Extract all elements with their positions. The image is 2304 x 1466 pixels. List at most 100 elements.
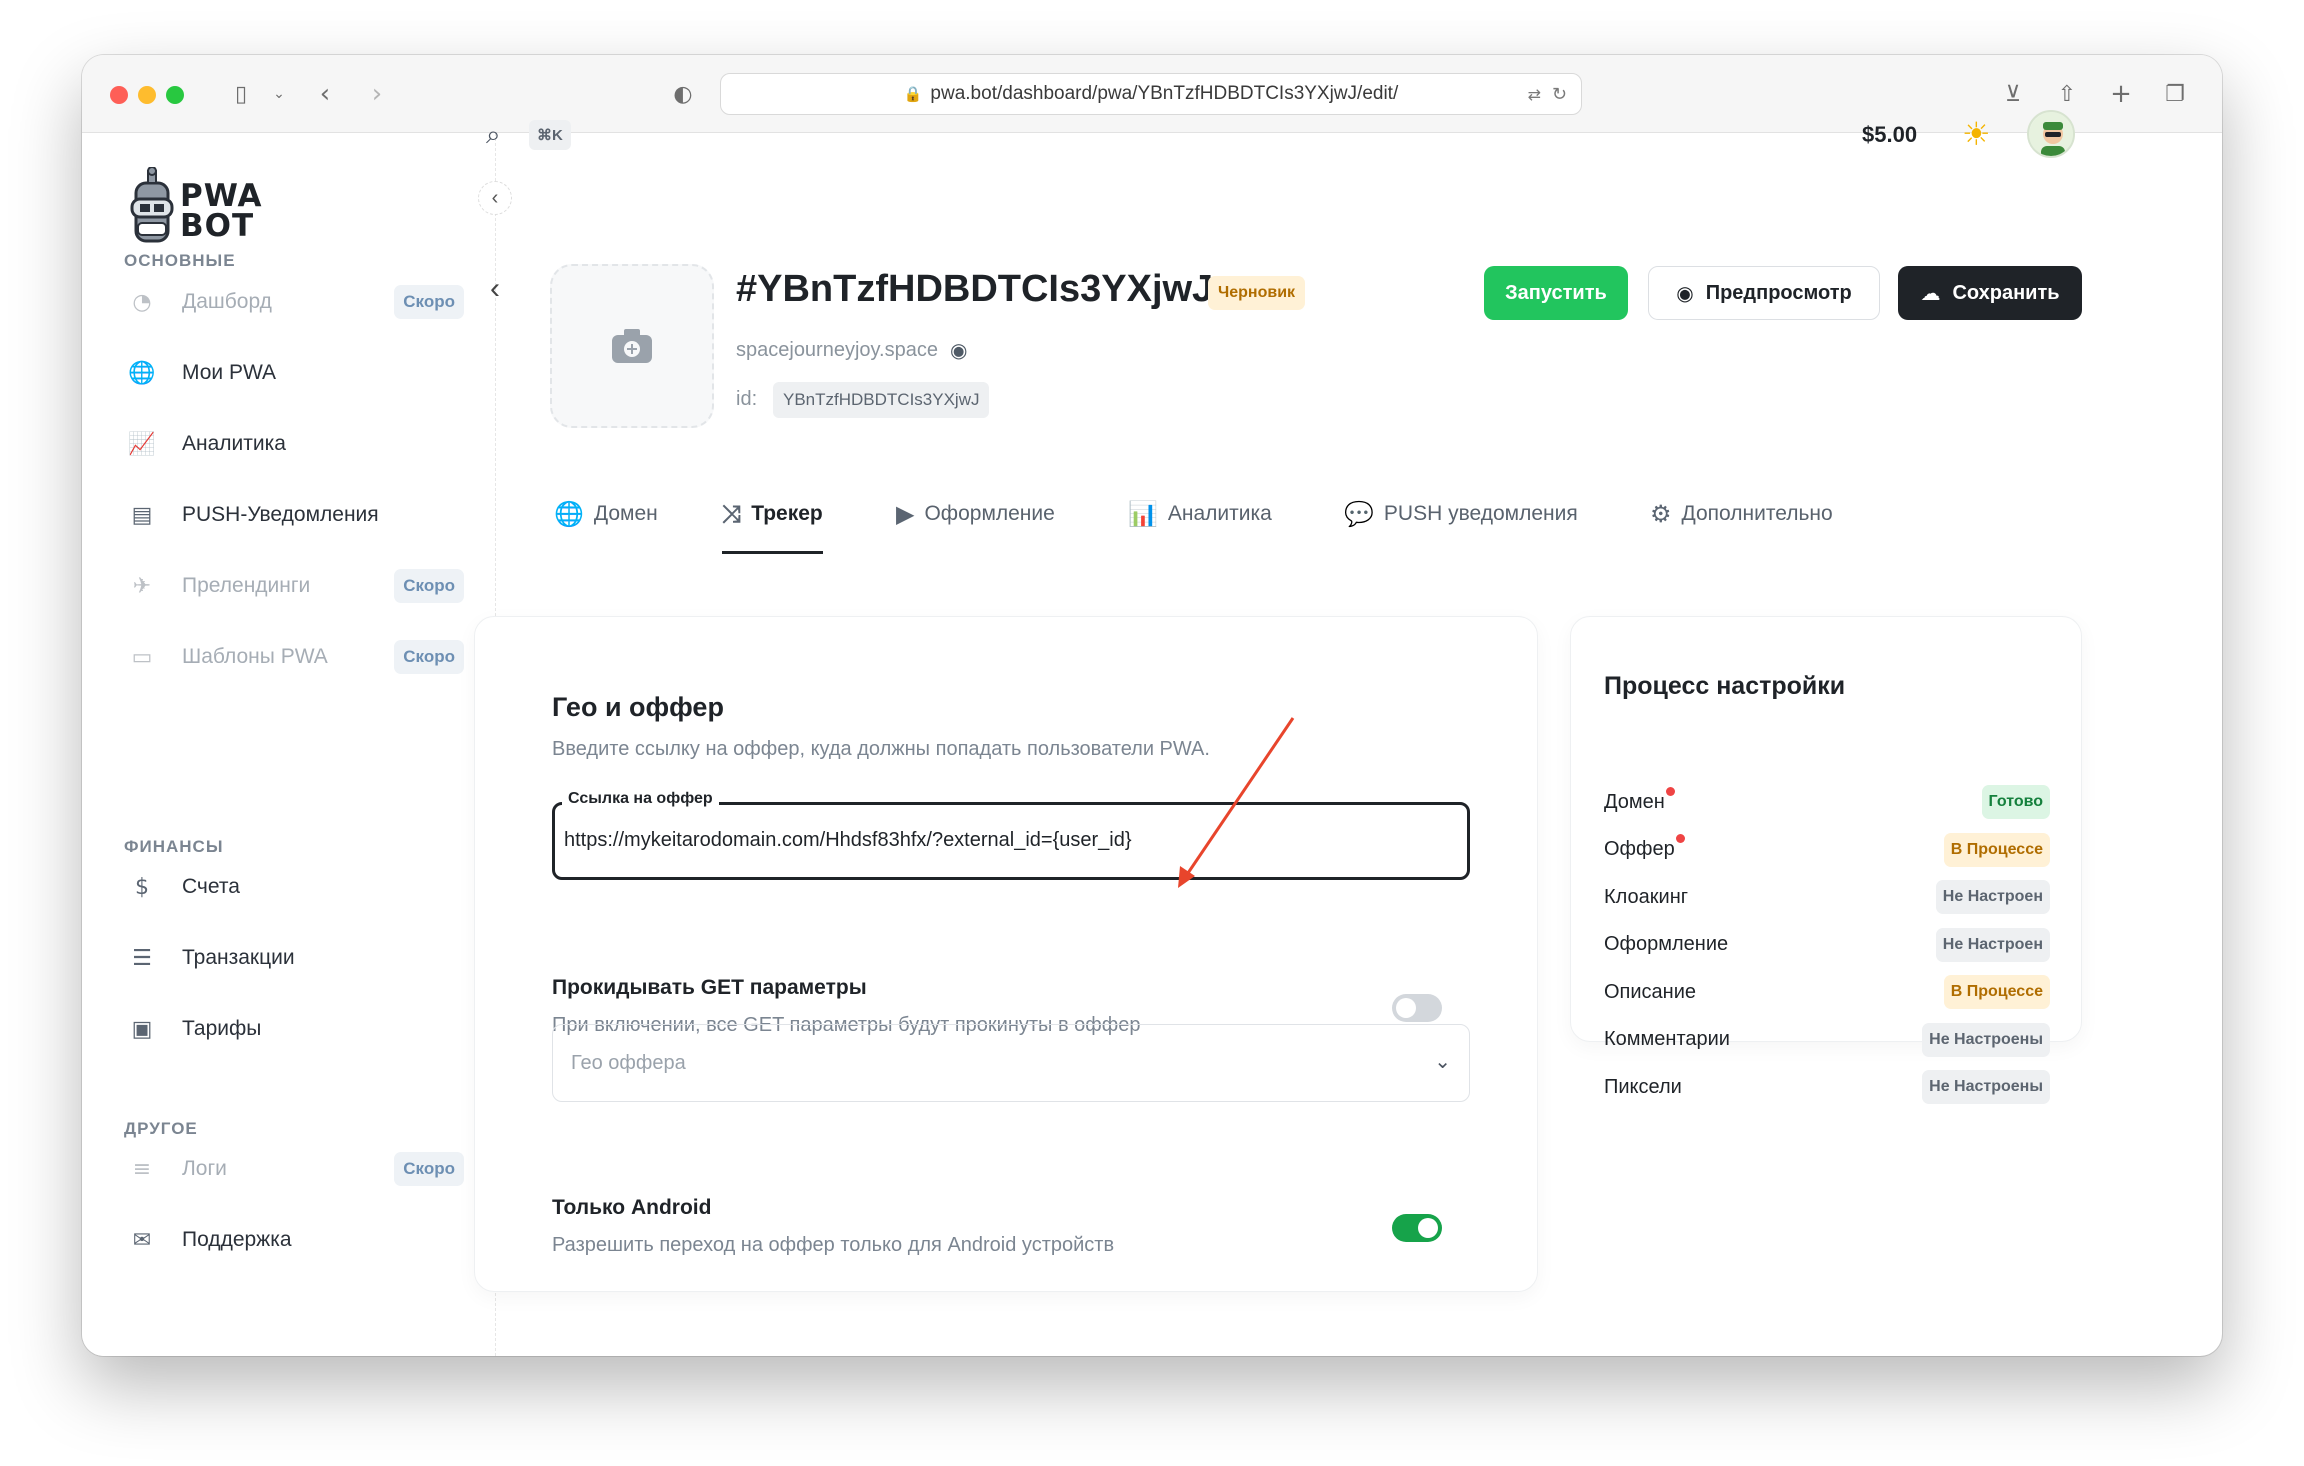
- balance: $5.00: [1862, 122, 1918, 147]
- collapse-sidebar-button[interactable]: ‹: [478, 181, 512, 215]
- tariff-icon: ▣: [131, 1016, 153, 1042]
- android-title: Только Android: [552, 1196, 712, 1219]
- setup-progress-title: Процесс настройки: [1604, 672, 1846, 700]
- tab-tracker[interactable]: ⤨ Трекер: [722, 500, 823, 554]
- sun-icon[interactable]: ☀: [1962, 115, 1991, 153]
- support-icon: ✉: [132, 1227, 152, 1253]
- notification-icon: ▤: [131, 502, 153, 528]
- tabs-overview-icon[interactable]: ❐: [2158, 77, 2192, 111]
- sidebar-item-analytics[interactable]: 📈 Аналитика: [124, 419, 464, 469]
- progress-row: Домен Готово: [1604, 784, 2050, 820]
- progress-row: Оформление Не Настроен: [1604, 927, 2050, 963]
- sidebar-item-logs[interactable]: ≡ Логи Скоро: [124, 1144, 464, 1194]
- sidebar-item-prelandings[interactable]: ✈ Прелендинги Скоро: [124, 561, 464, 611]
- minimize-window-button[interactable]: [138, 86, 156, 104]
- chevron-left-icon: ‹: [491, 186, 499, 209]
- progress-row-label: Клоакинг: [1604, 885, 1689, 908]
- card-subtitle: Введите ссылку на оффер, куда должны поп…: [552, 738, 1210, 760]
- search-shortcut[interactable]: ⌘K: [529, 120, 571, 150]
- chat-icon: 💬: [1344, 500, 1374, 528]
- progress-status-badge: В Процессе: [1943, 975, 2050, 1009]
- pwa-domain: spacejourneyjoy.space ◉: [736, 338, 967, 362]
- back-icon[interactable]: ‹: [308, 77, 342, 111]
- template-icon: ▭: [131, 644, 153, 670]
- chevron-down-icon[interactable]: ⌄: [262, 77, 296, 111]
- gear-icon: ⚙: [1650, 500, 1672, 528]
- sidebar-item-push[interactable]: ▤ PUSH-Уведомления: [124, 490, 464, 540]
- android-only-toggle[interactable]: [1392, 1214, 1442, 1242]
- run-button[interactable]: Запустить: [1484, 266, 1628, 320]
- analytics-icon: 📊: [1128, 500, 1158, 528]
- sidebar-item-templates[interactable]: ▭ Шаблоны PWA Скоро: [124, 632, 464, 682]
- progress-status-badge: В Процессе: [1943, 832, 2050, 867]
- tab-analytics[interactable]: 📊 Аналитика: [1128, 500, 1272, 554]
- eye-icon[interactable]: ◉: [950, 338, 967, 362]
- chevron-down-icon: ⌄: [1434, 1049, 1451, 1073]
- reload-icon[interactable]: ↻: [1552, 84, 1567, 105]
- preview-button[interactable]: ◉ Предпросмотр: [1648, 266, 1880, 320]
- soon-badge: Скоро: [394, 569, 464, 603]
- get-params-toggle[interactable]: [1392, 994, 1442, 1022]
- close-window-button[interactable]: [110, 86, 128, 104]
- search-icon[interactable]: ⌕: [486, 120, 501, 151]
- translate-icon[interactable]: ⇄: [1528, 85, 1541, 104]
- logs-icon: ≡: [132, 1156, 152, 1182]
- dashboard-icon: ◔: [132, 289, 152, 315]
- sidebar-item-label: Дашборд: [182, 290, 272, 313]
- pwa-id[interactable]: YBnTzfHDBDTCIs3YXjwJ: [773, 382, 990, 418]
- eye-icon: ◉: [1676, 281, 1694, 305]
- status-badge: Черновик: [1208, 276, 1306, 310]
- cloud-upload-icon: ☁: [1920, 281, 1941, 305]
- attention-dot: [1665, 786, 1675, 796]
- sidebar-item-label: Тарифы: [182, 1017, 262, 1040]
- geo-select[interactable]: Гео оффера ⌄: [552, 1024, 1470, 1102]
- progress-row-label: Оффер: [1604, 834, 1685, 861]
- sidebar-item-tariffs[interactable]: ▣ Тарифы: [124, 1004, 464, 1054]
- sidebar-item-invoices[interactable]: $ Счета: [124, 862, 464, 912]
- chart-icon: 📈: [128, 431, 156, 457]
- sidebar-item-label: PUSH-Уведомления: [182, 503, 379, 526]
- sidebar-item-label: Счета: [182, 875, 240, 898]
- sidebar-item-my-pwa[interactable]: 🌐 Мои PWA: [124, 348, 464, 398]
- tab-push[interactable]: 💬 PUSH уведомления: [1344, 500, 1578, 554]
- avatar[interactable]: [2027, 110, 2075, 158]
- new-tab-icon[interactable]: +: [2104, 77, 2138, 111]
- sidebar-item-support[interactable]: ✉ Поддержка: [124, 1215, 464, 1265]
- sidebar-item-label: Логи: [182, 1157, 227, 1180]
- offer-field-label: Ссылка на оффер: [562, 790, 719, 808]
- progress-row: Описание В Процессе: [1604, 974, 2050, 1010]
- save-button[interactable]: ☁ Сохранить: [1898, 266, 2082, 320]
- progress-row: Оффер В Процессе: [1604, 832, 2050, 868]
- logo-text: PWA BOT: [180, 178, 263, 244]
- address-bar[interactable]: 🔒 pwa.bot/dashboard/pwa/YBnTzfHDBDTCIs3Y…: [720, 73, 1582, 115]
- maximize-window-button[interactable]: [166, 86, 184, 104]
- tab-design[interactable]: ▶ Оформление: [896, 500, 1055, 554]
- tab-domain[interactable]: 🌐 Домен: [554, 500, 658, 554]
- pwa-title: #YBnTzfHDBDTCIs3YXjwJ: [736, 268, 1214, 310]
- progress-row: Комментарии Не Настроены: [1604, 1022, 2050, 1058]
- icon-upload[interactable]: [550, 264, 714, 428]
- play-icon: ▶: [896, 500, 915, 528]
- shield-icon[interactable]: ◐: [666, 77, 700, 111]
- offer-url-input[interactable]: [564, 820, 1444, 860]
- back-button[interactable]: ‹: [490, 272, 500, 306]
- progress-row-label: Комментарии: [1604, 1028, 1730, 1050]
- section-other: ДРУГОЕ: [124, 1119, 198, 1138]
- sidebar-item-label: Шаблоны PWA: [182, 645, 328, 668]
- share-icon[interactable]: ⇧: [2050, 77, 2084, 111]
- sidebar-item-transactions[interactable]: ☰ Транзакции: [124, 933, 464, 983]
- tab-advanced[interactable]: ⚙ Дополнительно: [1650, 500, 1833, 554]
- sidebar-item-dashboard[interactable]: ◔ Дашборд Скоро: [124, 277, 464, 327]
- shuffle-icon: ⤨: [722, 500, 742, 528]
- sidebar-toggle-icon[interactable]: ▯: [224, 77, 258, 111]
- sidebar: PWA BOT ‹ ОСНОВНЫЕ ◔ Дашборд Скоро 🌐 Мои…: [82, 133, 512, 1356]
- lock-icon: 🔒: [903, 85, 923, 103]
- sidebar-item-label: Прелендинги: [182, 574, 311, 597]
- forward-icon[interactable]: ›: [360, 77, 394, 111]
- progress-status-badge: Не Настроены: [1922, 1022, 2050, 1057]
- android-subtitle: Разрешить переход на оффер только для An…: [552, 1234, 1115, 1256]
- download-icon[interactable]: ⊻: [1996, 77, 2030, 111]
- progress-row-label: Пиксели: [1604, 1075, 1682, 1098]
- landing-icon: ✈: [132, 573, 152, 599]
- sidebar-item-label: Транзакции: [182, 946, 295, 969]
